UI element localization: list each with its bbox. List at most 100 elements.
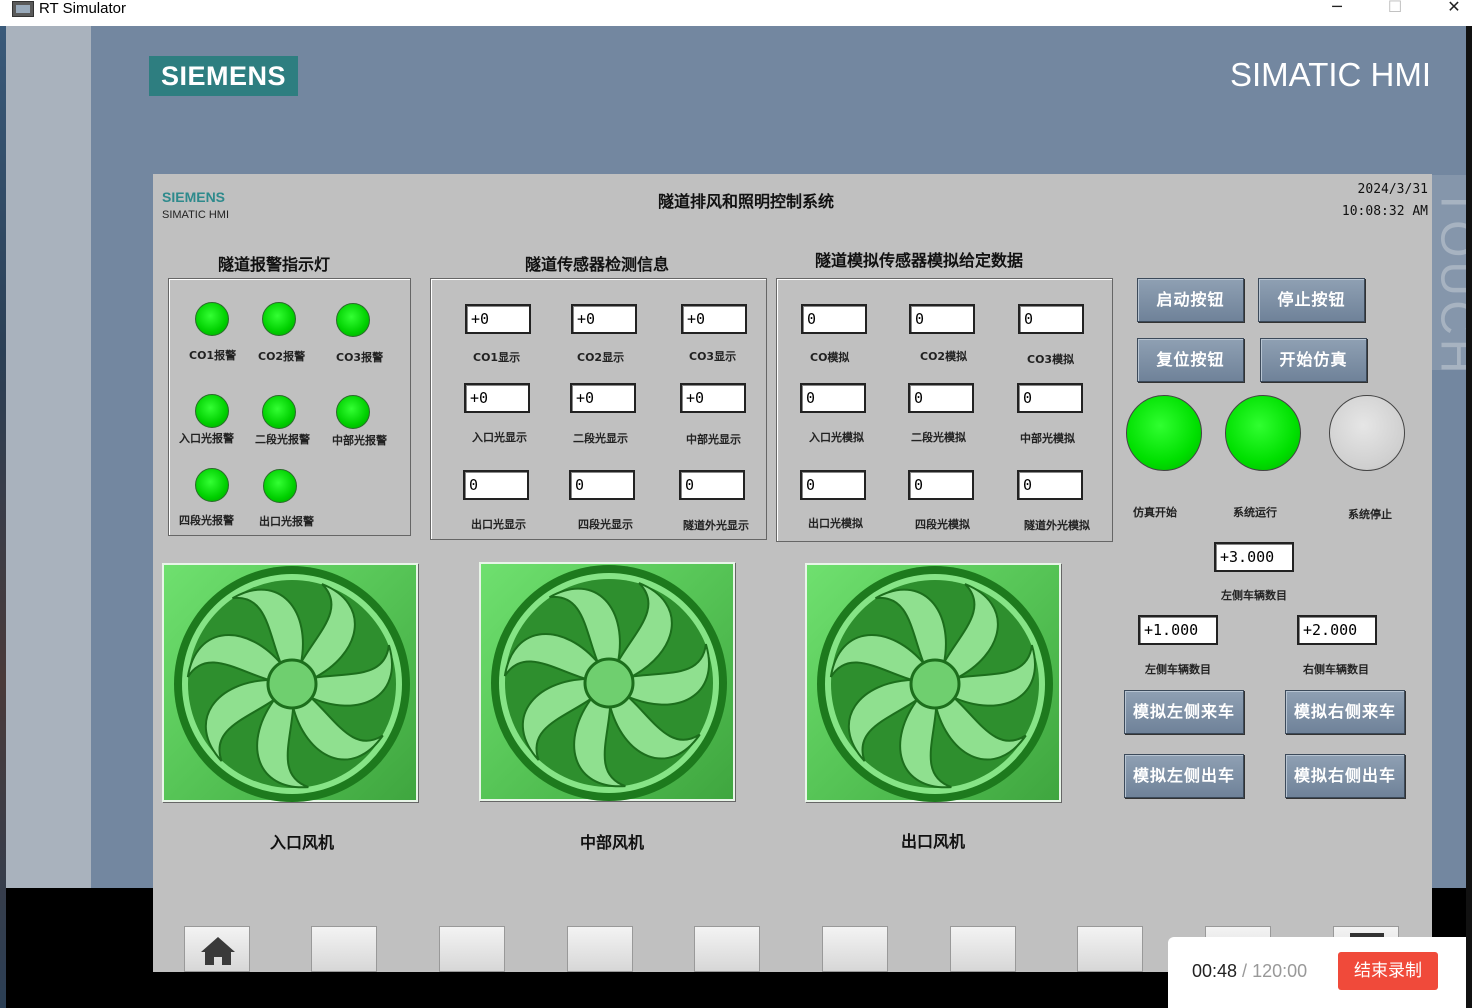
nav-button-7[interactable] <box>950 926 1016 972</box>
system-stopped-indicator <box>1329 395 1405 471</box>
middle-light-sim-label: 中部光模拟 <box>1020 432 1075 445</box>
page-title: 隧道排风和照明控制系统 <box>658 192 835 211</box>
nav-button-6[interactable] <box>822 926 888 972</box>
hmi-screen: SIEMENS SIMATIC HMI 隧道排风和照明控制系统 2024/3/3… <box>153 174 1432 972</box>
fan-hub <box>909 658 961 710</box>
middle-light-sim-input[interactable]: 0 <box>1017 383 1083 413</box>
section2-light-alarm-lamp <box>262 395 296 429</box>
app-icon <box>12 1 34 17</box>
minimize-button[interactable]: ─ <box>1314 0 1360 22</box>
co1-display-label: CO1显示 <box>473 351 521 364</box>
fan-hub <box>266 658 318 710</box>
exit-light-display-label: 出口光显示 <box>471 518 526 531</box>
nav-button-8[interactable] <box>1077 926 1143 972</box>
sim-right-out-button[interactable]: 模拟右侧出车 <box>1285 754 1405 798</box>
left-vehicles-label: 左侧车辆数目 <box>1145 663 1211 676</box>
total-vehicles-label: 左侧车辆数目 <box>1221 589 1287 602</box>
co1-alarm-label: CO1报警 <box>189 349 237 362</box>
section4-light-display-field: 0 <box>569 470 635 500</box>
entrance-fan-label: 入口风机 <box>270 833 335 852</box>
simatic-hmi-label: SIMATIC HMI <box>1230 56 1432 93</box>
left-vehicles-display: +1.000 <box>1138 615 1218 645</box>
screen-logo-sub: SIMATIC HMI <box>162 209 230 221</box>
co1-display-field: +0 <box>465 304 531 334</box>
co-sim-input[interactable]: 0 <box>801 304 867 334</box>
outside-light-display-label: 隧道外光显示 <box>683 519 749 532</box>
entrance-light-display-label: 入口光显示 <box>472 431 527 444</box>
entrance-light-sim-label: 入口光模拟 <box>809 431 864 444</box>
middle-light-display-label: 中部光显示 <box>686 433 741 446</box>
entrance-light-sim-input[interactable]: 0 <box>800 383 866 413</box>
right-vehicles-display: +2.000 <box>1297 615 1377 645</box>
time-text: 10:08:32 AM <box>1341 204 1428 219</box>
elapsed-time: 00:48 <box>1192 961 1238 981</box>
total-vehicles-display: +3.000 <box>1214 542 1294 572</box>
alarm-panel-title: 隧道报警指示灯 <box>218 255 331 274</box>
window-titlebar: RT Simulator ─ ☐ ✕ <box>0 0 1472 26</box>
begin-simulation-button[interactable]: 开始仿真 <box>1260 338 1367 382</box>
section2-light-sim-input[interactable]: 0 <box>908 383 974 413</box>
stop-recording-button[interactable]: 结束录制 <box>1338 952 1438 990</box>
reset-button[interactable]: 复位按钮 <box>1137 338 1244 382</box>
home-icon <box>201 937 235 965</box>
exit-light-alarm-lamp <box>263 469 297 503</box>
entrance-fan <box>162 563 418 802</box>
co3-display-field: +0 <box>681 304 747 334</box>
window-title: RT Simulator <box>39 0 126 17</box>
outside-light-sim-label: 隧道外光模拟 <box>1024 519 1090 532</box>
co2-display-label: CO2显示 <box>577 351 625 364</box>
maximize-button[interactable]: ☐ <box>1372 0 1418 22</box>
system-stopped-label: 系统停止 <box>1348 508 1392 521</box>
middle-light-alarm-lamp <box>336 395 370 429</box>
entrance-light-alarm-label: 入口光报警 <box>179 432 234 445</box>
section4-light-sim-input[interactable]: 0 <box>908 470 974 500</box>
section2-light-display-field: +0 <box>570 383 636 413</box>
sim-left-in-button[interactable]: 模拟左侧来车 <box>1124 690 1244 734</box>
fan-icon <box>174 566 410 802</box>
sim-start-label: 仿真开始 <box>1133 506 1177 519</box>
sim-left-out-button[interactable]: 模拟左侧出车 <box>1124 754 1244 798</box>
entrance-light-alarm-lamp <box>195 394 229 428</box>
fan-icon <box>491 565 727 801</box>
right-vehicles-label: 右侧车辆数目 <box>1303 663 1369 676</box>
section4-light-alarm-label: 四段光报警 <box>179 514 234 527</box>
recording-widget: 00:48 / 120:00 结束录制 <box>1168 937 1466 1008</box>
fan-icon <box>817 566 1053 802</box>
co3-sim-input[interactable]: 0 <box>1018 304 1084 334</box>
outside-light-sim-input[interactable]: 0 <box>1017 470 1083 500</box>
exit-light-alarm-label: 出口光报警 <box>259 515 314 528</box>
home-button[interactable] <box>184 926 250 972</box>
screen-logo: SIEMENS <box>162 189 226 205</box>
start-button[interactable]: 启动按钮 <box>1137 278 1244 322</box>
co3-alarm-lamp <box>336 303 370 337</box>
exit-fan-label: 出口风机 <box>901 832 966 851</box>
sim-panel-title: 隧道模拟传感器模拟给定数据 <box>815 251 1024 270</box>
nav-button-5[interactable] <box>694 926 760 972</box>
co3-sim-label: CO3模拟 <box>1027 353 1075 366</box>
middle-light-display-field: +0 <box>680 383 746 413</box>
touch-text: TOUCH <box>1432 187 1466 370</box>
sim-right-in-button[interactable]: 模拟右侧来车 <box>1285 690 1405 734</box>
system-running-label: 系统运行 <box>1233 506 1277 519</box>
co2-alarm-label: CO2报警 <box>258 350 306 363</box>
co2-sim-input[interactable]: 0 <box>909 304 975 334</box>
nav-button-3[interactable] <box>439 926 505 972</box>
stop-button[interactable]: 停止按钮 <box>1258 278 1365 322</box>
nav-button-2[interactable] <box>311 926 377 972</box>
middle-light-alarm-label: 中部光报警 <box>332 434 387 447</box>
sim-start-indicator <box>1126 395 1202 471</box>
section2-light-alarm-label: 二段光报警 <box>255 433 310 446</box>
close-button[interactable]: ✕ <box>1431 0 1472 22</box>
system-running-indicator <box>1225 395 1301 471</box>
co3-display-label: CO3显示 <box>689 350 737 363</box>
exit-light-display-field: 0 <box>463 470 529 500</box>
datetime-display: 2024/3/31 10:08:32 AM <box>1342 179 1428 223</box>
exit-light-sim-label: 出口光模拟 <box>808 517 863 530</box>
middle-fan <box>479 562 735 801</box>
nav-button-4[interactable] <box>567 926 633 972</box>
total-time: 120:00 <box>1252 961 1308 981</box>
exit-light-sim-input[interactable]: 0 <box>800 470 866 500</box>
section4-light-display-label: 四段光显示 <box>578 518 633 531</box>
fan-hub <box>583 657 635 709</box>
section4-light-sim-label: 四段光模拟 <box>915 518 970 531</box>
